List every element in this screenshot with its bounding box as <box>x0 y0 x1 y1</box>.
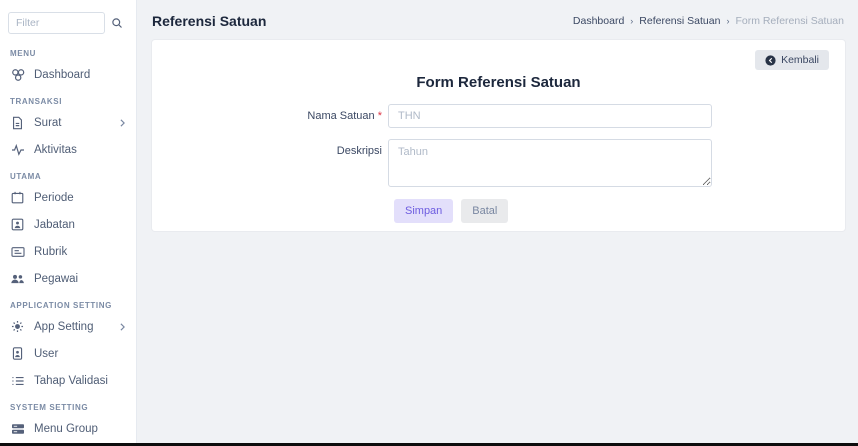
form-actions: Simpan Batal <box>394 199 829 223</box>
section-label-menu: MENU <box>0 40 136 61</box>
breadcrumb-item-form-referensi-satuan: Form Referensi Satuan <box>735 15 844 27</box>
sidebar-item-label: Aktivitas <box>34 144 77 156</box>
breadcrumb-item-referensi-satuan[interactable]: Referensi Satuan <box>639 15 720 27</box>
nama-satuan-label: Nama Satuan * <box>168 104 388 128</box>
sidebar-item-user[interactable]: User <box>0 340 136 367</box>
form-row-nama-satuan: Nama Satuan * <box>168 104 829 128</box>
sidebar: MENU Dashboard TRANSAKSI Surat <box>0 0 137 443</box>
section-label-system-setting: SYSTEM SETTING <box>0 394 136 415</box>
list-icon <box>10 375 25 387</box>
sidebar-item-label: Dashboard <box>34 69 90 81</box>
sidebar-item-label: Pegawai <box>34 273 78 285</box>
breadcrumb-separator: › <box>630 16 633 26</box>
page-title: Referensi Satuan <box>152 13 266 29</box>
sidebar-item-aktivitas[interactable]: Aktivitas <box>0 136 136 163</box>
arrow-left-circle-icon <box>765 55 776 66</box>
sidebar-item-label: Surat <box>34 117 62 129</box>
form-title: Form Referensi Satuan <box>168 74 829 91</box>
form-card: Kembali Form Referensi Satuan Nama Satua… <box>152 40 845 231</box>
document-icon <box>10 116 25 130</box>
chevron-right-icon <box>119 119 126 127</box>
server-stack-icon <box>10 423 25 435</box>
user-card-icon <box>10 347 25 360</box>
back-button[interactable]: Kembali <box>755 50 829 70</box>
form-row-deskripsi: Deskripsi <box>168 139 829 187</box>
sidebar-item-label: User <box>34 348 58 360</box>
app-window: MENU Dashboard TRANSAKSI Surat <box>0 0 858 443</box>
breadcrumb: Dashboard › Referensi Satuan › Form Refe… <box>573 15 844 27</box>
sidebar-item-pegawai[interactable]: Pegawai <box>0 265 136 292</box>
section-label-transaksi: TRANSAKSI <box>0 88 136 109</box>
filter-input[interactable] <box>8 12 105 34</box>
sidebar-item-label: Menu Group <box>34 423 98 435</box>
simpan-button[interactable]: Simpan <box>394 199 453 223</box>
batal-button[interactable]: Batal <box>461 199 508 223</box>
main-content: Referensi Satuan Dashboard › Referensi S… <box>137 0 858 443</box>
sidebar-item-rubrik[interactable]: Rubrik <box>0 238 136 265</box>
sidebar-item-label: Tahap Validasi <box>34 375 108 387</box>
sidebar-item-label: App Setting <box>34 321 93 333</box>
sidebar-item-jabatan[interactable]: Jabatan <box>0 211 136 238</box>
sidebar-item-periode[interactable]: Periode <box>0 184 136 211</box>
calendar-icon <box>10 191 25 204</box>
sidebar-item-app-setting[interactable]: App Setting <box>0 313 136 340</box>
card-lines-icon <box>10 246 25 258</box>
sidebar-item-label: Rubrik <box>34 246 67 258</box>
sidebar-item-surat[interactable]: Surat <box>0 109 136 136</box>
breadcrumb-separator: › <box>726 16 729 26</box>
activity-icon <box>10 144 25 156</box>
sidebar-item-label: Periode <box>34 192 74 204</box>
deskripsi-label: Deskripsi <box>168 139 388 187</box>
back-button-label: Kembali <box>781 54 819 66</box>
section-label-utama: UTAMA <box>0 163 136 184</box>
sidebar-item-tahap-validasi[interactable]: Tahap Validasi <box>0 367 136 394</box>
chevron-right-icon <box>119 323 126 331</box>
dashboard-icon <box>10 68 25 82</box>
badge-person-icon <box>10 218 25 231</box>
card-toolbar: Kembali <box>168 50 829 70</box>
label-text: Deskripsi <box>337 145 382 157</box>
gear-icon <box>10 320 25 333</box>
nama-satuan-input[interactable] <box>388 104 712 128</box>
label-text: Nama Satuan <box>307 110 374 122</box>
section-label-application-setting: APPLICATION SETTING <box>0 292 136 313</box>
sidebar-item-menu-group[interactable]: Menu Group <box>0 415 136 442</box>
users-icon <box>10 273 25 285</box>
page-header: Referensi Satuan Dashboard › Referensi S… <box>137 0 858 40</box>
search-icon[interactable] <box>111 17 123 29</box>
required-asterisk: * <box>378 110 382 122</box>
breadcrumb-item-dashboard[interactable]: Dashboard <box>573 15 624 27</box>
sidebar-item-dashboard[interactable]: Dashboard <box>0 61 136 88</box>
sidebar-item-label: Jabatan <box>34 219 75 231</box>
deskripsi-textarea[interactable] <box>388 139 712 187</box>
sidebar-filter-row <box>0 0 136 40</box>
